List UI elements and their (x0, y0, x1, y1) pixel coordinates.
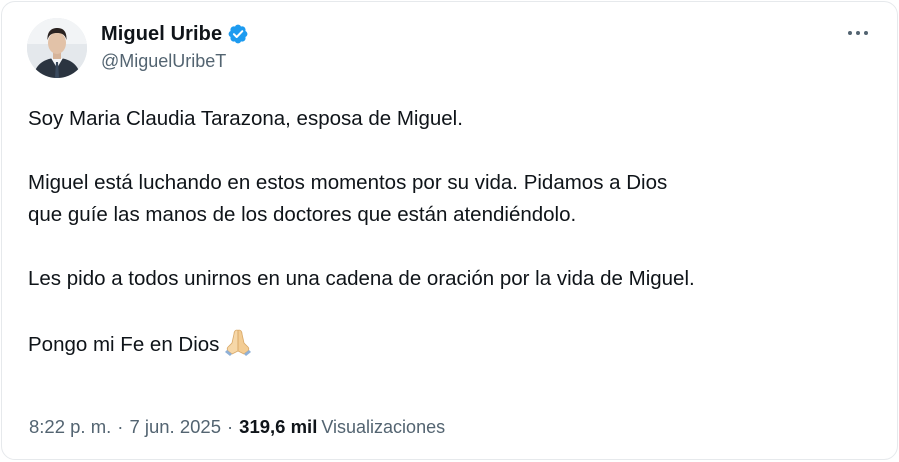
author-display-name[interactable]: Miguel Uribe (101, 23, 222, 46)
tweet-card[interactable]: Miguel Uribe @MiguelUribeT Soy Maria Cla… (1, 1, 898, 460)
separator: · (227, 416, 234, 437)
author-handle[interactable]: @MiguelUribeT (101, 51, 249, 72)
separator: · (117, 416, 124, 437)
avatar[interactable] (27, 18, 87, 78)
author-info: Miguel Uribe @MiguelUribeT (101, 22, 249, 72)
tweet-time[interactable]: 8:22 p. m. (29, 416, 111, 438)
tweet-date[interactable]: 7 jun. 2025 (129, 416, 221, 438)
views-label: Visualizaciones (321, 416, 446, 437)
tweet-paragraph: Soy Maria Claudia Tarazona, esposa de Mi… (28, 107, 463, 130)
tweet-paragraph-text: Pongo mi Fe en Dios (28, 333, 220, 356)
tweet-paragraph: Miguel está luchando en estos momentos p… (28, 171, 668, 226)
tweet-text: Soy Maria Claudia Tarazona, esposa de Mi… (28, 103, 877, 361)
more-options-button[interactable] (841, 20, 875, 46)
folded-hands-emoji-icon (223, 327, 253, 357)
verified-badge-icon (227, 23, 249, 45)
tweet-paragraph-last: Pongo mi Fe en Dios (28, 327, 877, 361)
views-count: 319,6 mil (239, 416, 318, 437)
author-name-row: Miguel Uribe (101, 22, 249, 46)
more-horizontal-icon (848, 31, 868, 35)
profile-photo (27, 18, 87, 78)
tweet-header: Miguel Uribe @MiguelUribeT (27, 18, 877, 80)
tweet-paragraph: Les pido a todos unirnos en una cadena d… (28, 267, 695, 290)
tweet-meta: 8:22 p. m. · 7 jun. 2025 · 319,6 mil Vis… (29, 416, 445, 438)
